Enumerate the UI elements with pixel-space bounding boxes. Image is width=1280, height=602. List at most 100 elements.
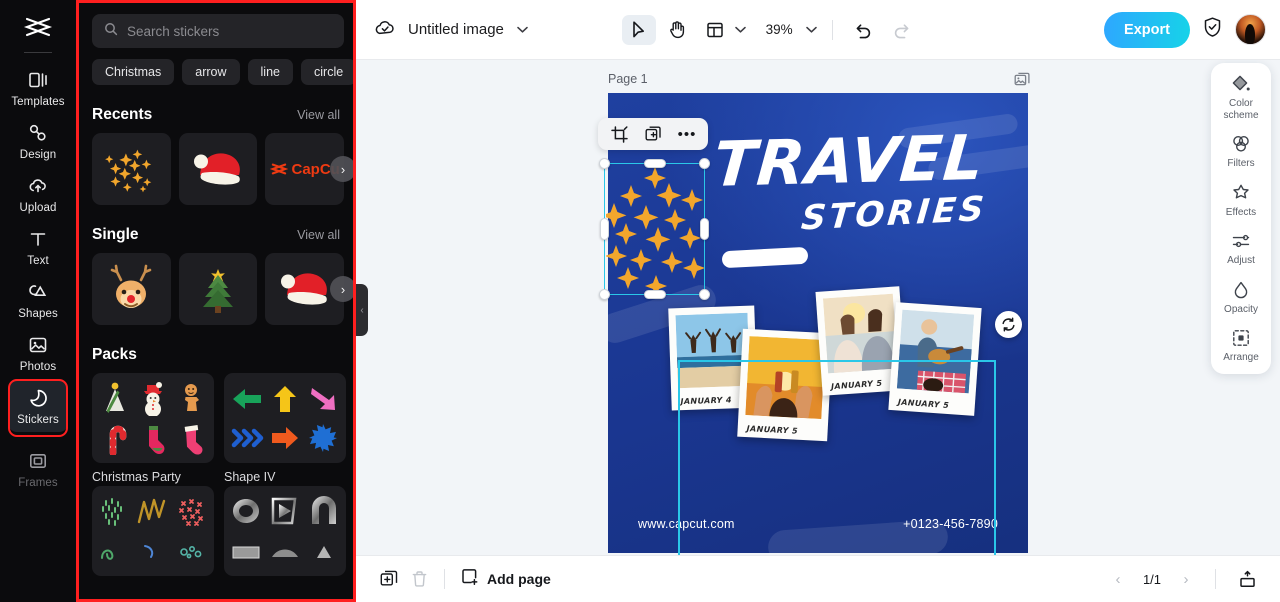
sticker-santa-hat[interactable]: [178, 133, 258, 205]
layout-tool-button[interactable]: [698, 15, 747, 45]
search-input[interactable]: Search stickers: [92, 14, 344, 48]
pink-arrow-down-right-icon: [311, 387, 335, 410]
capcut-logo-icon[interactable]: [18, 10, 58, 44]
redo-button[interactable]: [885, 15, 919, 45]
pack-chrome-shapes[interactable]: [224, 486, 346, 583]
photo-caption: JANUARY 4: [680, 395, 733, 407]
properties-filters[interactable]: Filters: [1213, 133, 1269, 170]
chip-circle[interactable]: circle: [301, 59, 356, 85]
properties-opacity[interactable]: Opacity: [1213, 279, 1269, 316]
title-line-1: TRAVEL: [710, 120, 987, 201]
more-glyph: •••: [677, 125, 697, 143]
add-page-button[interactable]: Add page: [461, 568, 551, 591]
section-header-recents: Recents View all: [92, 106, 340, 124]
collapse-panel-handle[interactable]: ‹: [356, 284, 368, 336]
duplicate-icon[interactable]: [639, 121, 667, 147]
green-stocking-icon: [149, 425, 165, 454]
pagination: ‹ 1/1 ›: [1105, 565, 1262, 593]
sidebar-item-photos[interactable]: Photos: [8, 326, 68, 379]
sidebar-item-frames[interactable]: Frames: [8, 442, 68, 495]
sidebar-item-upload[interactable]: Upload: [8, 167, 68, 220]
sidebar-item-text[interactable]: Text: [8, 220, 68, 273]
sidebar-item-label: Stickers: [17, 414, 59, 426]
sticker-sparkle-burst[interactable]: [92, 133, 171, 205]
present-button[interactable]: [1232, 565, 1262, 593]
bottom-divider: [444, 569, 445, 589]
chevron-down-icon[interactable]: [805, 25, 818, 34]
chip-line[interactable]: line: [247, 59, 293, 85]
resize-handle-right[interactable]: [700, 218, 709, 240]
properties-effects[interactable]: Effects: [1213, 182, 1269, 219]
more-options-icon[interactable]: •••: [673, 121, 701, 147]
single-next-button[interactable]: ›: [330, 276, 356, 302]
chrome-mesh-icon: [271, 549, 298, 557]
resize-handle-tr[interactable]: [699, 158, 710, 169]
sidebar-item-stickers[interactable]: Stickers: [8, 379, 68, 432]
photo-card-4[interactable]: JANUARY 5: [888, 302, 982, 416]
document-title[interactable]: Untitled image: [408, 21, 504, 38]
chip-arrow[interactable]: arrow: [182, 59, 240, 85]
design-title: TRAVEL STORIES: [711, 121, 1014, 269]
design-icon: [26, 121, 50, 145]
resize-handle-left[interactable]: [600, 218, 609, 240]
recents-next-button[interactable]: ›: [330, 156, 356, 182]
view-all-single[interactable]: View all: [297, 228, 340, 242]
pack-christmas-party[interactable]: Christmas Party: [92, 373, 214, 484]
resize-handle-bl[interactable]: [599, 289, 610, 300]
guitar-friends-photo: [896, 309, 975, 394]
alignment-guide-right: [994, 360, 996, 555]
canvas-workspace[interactable]: Page 1 TRAVEL STORIES JANUARY 4 JANUARY …: [356, 60, 1280, 555]
properties-arrange[interactable]: Arrange: [1213, 327, 1269, 364]
select-tool-button[interactable]: [621, 14, 656, 45]
resize-handle-br[interactable]: [699, 289, 710, 300]
shield-check-icon[interactable]: [1202, 16, 1223, 43]
bottom-bar: Add page ‹ 1/1 ›: [356, 555, 1280, 602]
sidebar-item-templates[interactable]: Templates: [8, 61, 68, 114]
chrome-cone-icon: [316, 545, 331, 558]
sidebar-item-label: Photos: [19, 361, 57, 373]
zoom-control[interactable]: 39%: [761, 22, 818, 37]
orange-arrow-right-icon: [272, 426, 298, 449]
properties-adjust[interactable]: Adjust: [1213, 230, 1269, 267]
sticker-reindeer[interactable]: [92, 253, 171, 325]
crop-icon[interactable]: [605, 121, 633, 147]
design-artboard[interactable]: TRAVEL STORIES JANUARY 4 JANUARY 5 JANUA…: [608, 93, 1028, 553]
chrome-arch-icon: [311, 495, 336, 524]
pack-doodles[interactable]: [92, 486, 214, 583]
green-arrow-left-icon: [233, 388, 261, 409]
chevron-down-icon[interactable]: [516, 25, 529, 34]
sidebar-item-design[interactable]: Design: [8, 114, 68, 167]
chrome-triangle-icon: [271, 497, 297, 524]
export-button[interactable]: Export: [1104, 11, 1190, 48]
delete-page-button[interactable]: [404, 565, 434, 593]
pack-label: Shape IV: [224, 470, 276, 484]
beach-jump-photo: [675, 312, 750, 389]
pack-shape-iv[interactable]: Shape IV: [224, 373, 346, 484]
properties-panel: Color scheme Filters Effects Adjust Opac…: [1211, 63, 1271, 374]
chip-christmas[interactable]: Christmas: [92, 59, 175, 85]
duplicate-page-button[interactable]: [374, 565, 404, 593]
properties-label: Filters: [1227, 158, 1255, 169]
duplicate-page-icon[interactable]: [1014, 72, 1030, 93]
sticker-christmas-tree[interactable]: [178, 253, 258, 325]
chevron-down-icon[interactable]: [734, 25, 747, 34]
chrome-knot-icon: [233, 498, 260, 523]
page-label: Page 1: [608, 72, 648, 86]
resize-handle-tl[interactable]: [599, 158, 610, 169]
sidebar-item-shapes[interactable]: Shapes: [8, 273, 68, 326]
rotate-handle[interactable]: [995, 311, 1022, 338]
stickers-panel: Search stickers Christmas arrow line cir…: [76, 0, 356, 602]
prev-page-button[interactable]: ‹: [1105, 566, 1131, 592]
resize-handle-bottom[interactable]: [643, 290, 666, 299]
pack-preview: [224, 373, 346, 463]
hand-tool-button[interactable]: [660, 15, 694, 45]
properties-color-scheme[interactable]: Color scheme: [1213, 73, 1269, 121]
resize-handle-top[interactable]: [643, 159, 666, 168]
view-all-recents[interactable]: View all: [297, 108, 340, 122]
search-placeholder: Search stickers: [127, 23, 220, 39]
avatar[interactable]: [1234, 14, 1266, 45]
arrange-icon: [1230, 327, 1252, 349]
undo-button[interactable]: [847, 15, 881, 45]
next-page-button[interactable]: ›: [1173, 566, 1199, 592]
cloud-saved-icon[interactable]: [374, 18, 396, 42]
